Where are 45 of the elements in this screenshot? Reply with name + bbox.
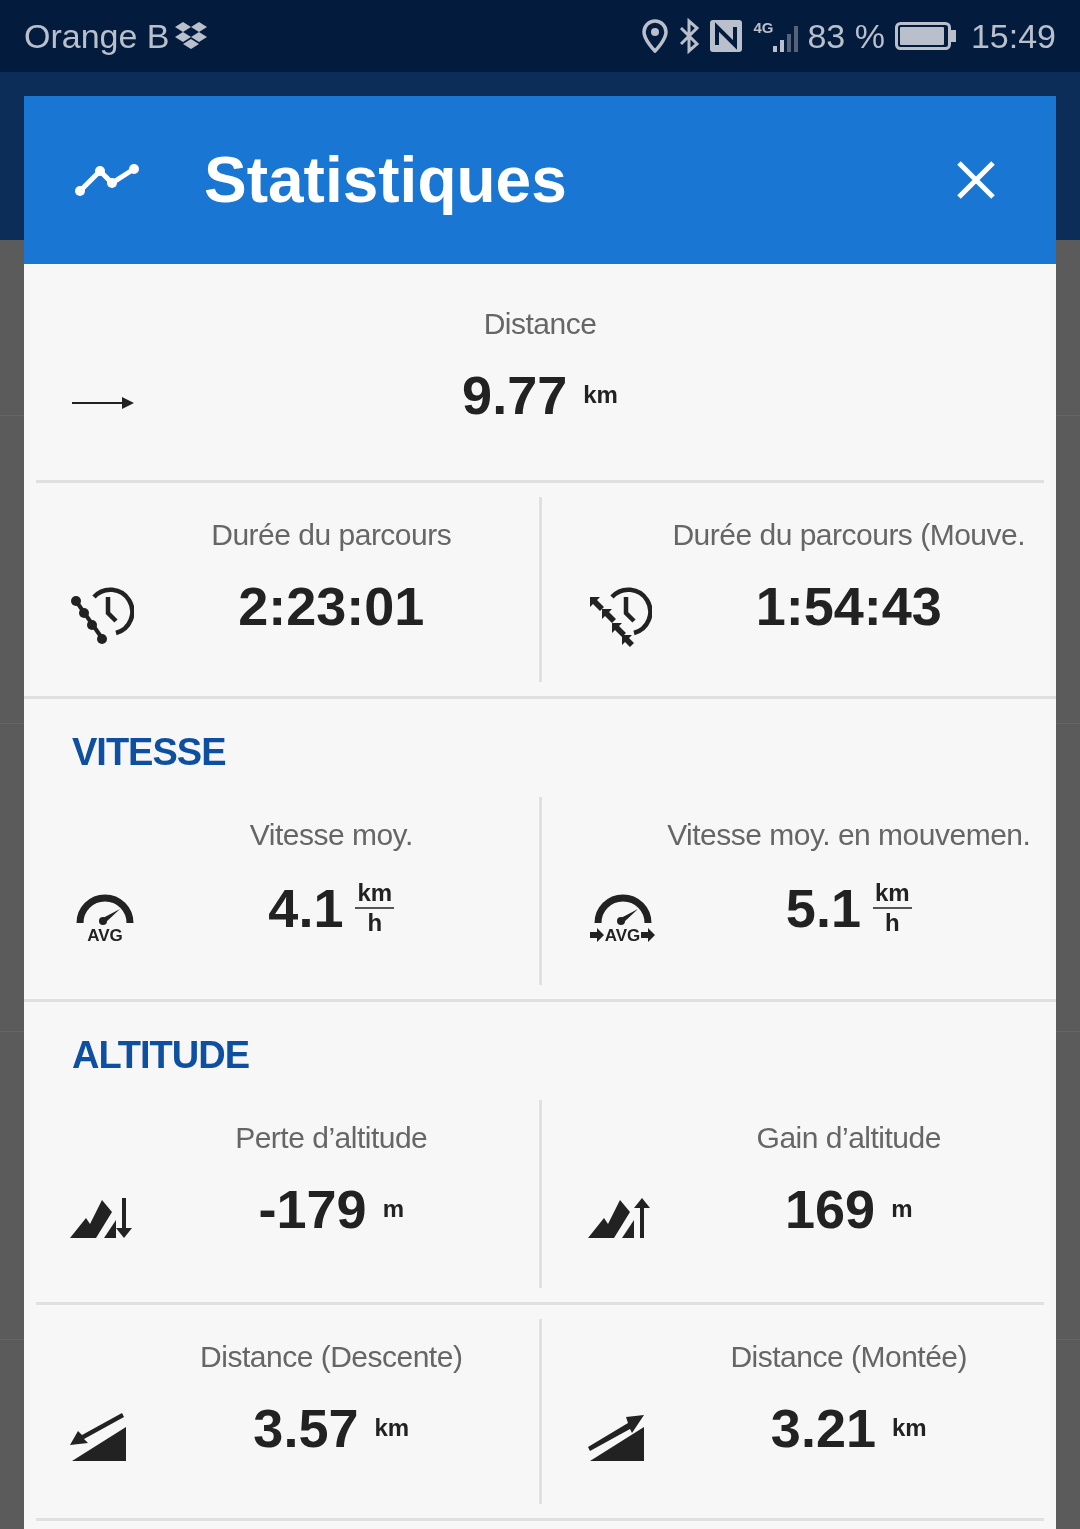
slope-up-arrow-icon [587, 1412, 646, 1461]
stat-label: Gain d’altitude [756, 1120, 941, 1156]
stat-value: 9.77 [462, 368, 568, 422]
section-heading: VITESSE [72, 730, 226, 775]
arrow-right-icon [641, 928, 656, 942]
line-chart-icon [74, 163, 142, 197]
unit-fraction: km h [355, 879, 395, 937]
stat-value: -179 [258, 1182, 367, 1236]
nfc-icon [709, 19, 744, 53]
stat-value: 169 [785, 1182, 876, 1236]
stat-label: Perte d’altitude [235, 1120, 428, 1156]
location-pin-icon [641, 19, 670, 53]
dialog-title: Statistiques [204, 143, 567, 218]
avg-label: AVG [87, 926, 123, 944]
stat-label: Durée du parcours [211, 517, 452, 553]
unit-label: km [583, 380, 618, 410]
slope-down-arrow-icon [70, 1412, 128, 1461]
stat-value: 5.1 [785, 881, 861, 935]
unit-label: km [374, 1413, 410, 1443]
battery-icon [894, 22, 957, 50]
arrow-right-icon [72, 396, 134, 410]
carrier-name: Orange B [24, 15, 170, 57]
stat-label: Distance [483, 306, 597, 342]
stat-label: Distance (Descente) [200, 1339, 463, 1375]
dropbox-icon [173, 21, 208, 51]
unit-fraction: km h [872, 879, 912, 937]
section-heading: ALTITUDE [72, 1033, 250, 1078]
stat-value: 3.21 [770, 1401, 876, 1455]
stat-value: 2:23:01 [238, 579, 425, 633]
stat-label: Vitesse moy. [249, 817, 413, 853]
stat-label: Vitesse moy. en mouvemen. [667, 817, 1031, 853]
battery-percent: 83 % [807, 15, 885, 57]
stat-value: 3.57 [253, 1401, 359, 1455]
network-type: 4G [753, 20, 774, 35]
bluetooth-icon [677, 18, 702, 54]
unit-label: km [891, 1413, 927, 1443]
unit-label: m [382, 1194, 404, 1224]
clock-time: 15:49 [970, 15, 1056, 57]
stat-value: 4.1 [268, 881, 344, 935]
avg-label: AVG [604, 926, 641, 944]
unit-label: m [891, 1194, 913, 1224]
arrow-right-icon [589, 928, 604, 942]
stat-value: 1:54:43 [755, 579, 942, 633]
stat-label: Durée du parcours (Mouve. [672, 517, 1026, 553]
stat-label: Distance (Montée) [730, 1339, 968, 1375]
